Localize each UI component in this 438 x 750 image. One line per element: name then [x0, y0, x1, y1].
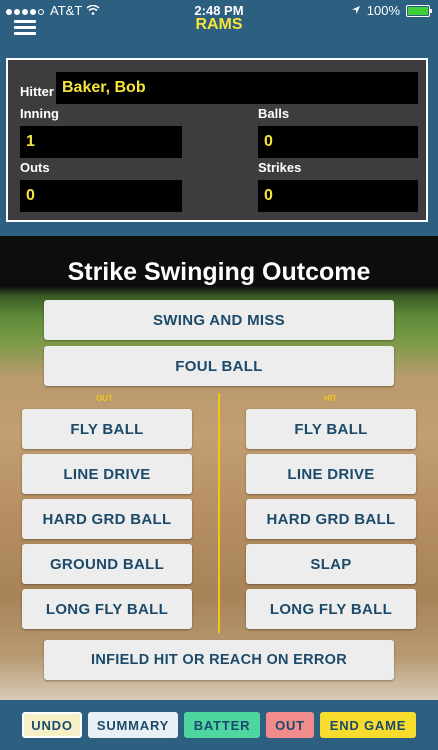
strikes-field[interactable]: 0	[258, 180, 418, 212]
inning-label: Inning	[20, 106, 59, 121]
hit-long-fly-ball-button[interactable]: LONG FLY BALL	[246, 589, 416, 629]
out-ground-ball-button[interactable]: GROUND BALL	[22, 544, 192, 584]
out-hit-divider	[218, 393, 220, 633]
outs-field[interactable]: 0	[20, 180, 182, 212]
nav-bar: RAMS	[0, 14, 438, 44]
team-title: RAMS	[195, 16, 243, 33]
undo-button[interactable]: UNDO	[22, 712, 82, 738]
out-button[interactable]: OUT	[266, 712, 314, 738]
out-fly-ball-button[interactable]: FLY BALL	[22, 409, 192, 449]
summary-button[interactable]: SUMMARY	[88, 712, 178, 738]
game-info-panel: Hitter Baker, Bob Inning 1 Balls 0 Outs …	[6, 58, 428, 222]
hit-hard-grd-ball-button[interactable]: HARD GRD BALL	[246, 499, 416, 539]
inning-field[interactable]: 1	[20, 126, 182, 158]
out-long-fly-ball-button[interactable]: LONG FLY BALL	[22, 589, 192, 629]
hitter-label: Hitter	[20, 84, 54, 99]
batter-button[interactable]: BATTER	[184, 712, 260, 738]
out-hard-grd-ball-button[interactable]: HARD GRD BALL	[22, 499, 192, 539]
outs-label: Outs	[20, 160, 50, 175]
strikes-label: Strikes	[258, 160, 302, 175]
bottom-toolbar: UNDO SUMMARY BATTER OUT END GAME	[0, 700, 438, 750]
swing-and-miss-button[interactable]: SWING AND MISS	[44, 300, 394, 340]
out-line-drive-button[interactable]: LINE DRIVE	[22, 454, 192, 494]
hit-fly-ball-button[interactable]: FLY BALL	[246, 409, 416, 449]
outcome-title: Strike Swinging Outcome	[67, 258, 371, 286]
hitter-field[interactable]: Baker, Bob	[56, 72, 418, 104]
out-column-label: OUT	[96, 394, 113, 403]
end-game-button[interactable]: END GAME	[320, 712, 416, 738]
balls-label: Balls	[258, 106, 290, 121]
foul-ball-button[interactable]: FOUL BALL	[44, 346, 394, 386]
hit-slap-button[interactable]: SLAP	[246, 544, 416, 584]
infield-hit-or-error-button[interactable]: INFIELD HIT OR REACH ON ERROR	[44, 640, 394, 680]
balls-field[interactable]: 0	[258, 126, 418, 158]
hit-column-label: HIT	[324, 394, 337, 403]
hit-line-drive-button[interactable]: LINE DRIVE	[246, 454, 416, 494]
